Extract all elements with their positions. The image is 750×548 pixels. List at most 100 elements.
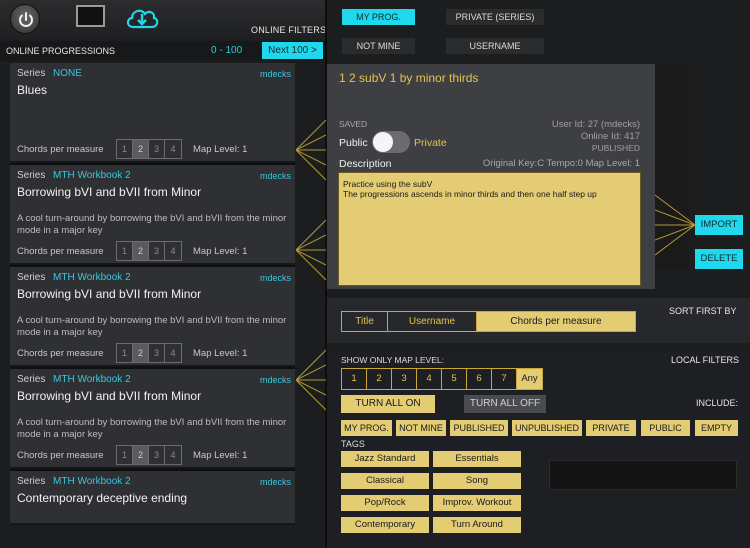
decorative-strip [549, 460, 737, 490]
description-textarea[interactable]: Practice using the subV The progressions… [338, 172, 641, 286]
tags-label: TAGS [341, 439, 365, 449]
tab-my-prog[interactable]: MY PROG. [342, 9, 415, 25]
published-label: PUBLISHED [591, 143, 640, 153]
series-value: MTH Workbook 2 [53, 374, 131, 385]
author-label: mdecks [259, 375, 291, 385]
progression-title: Borrowing bVI and bVII from Minor [17, 287, 202, 301]
cpm-label: Chords per measure [17, 450, 104, 461]
cpm-option[interactable]: 1 [117, 446, 133, 464]
cpm-option[interactable]: 1 [117, 242, 133, 260]
list-range: 0 - 100 [211, 45, 243, 56]
map-level-option[interactable]: 6 [467, 369, 492, 389]
cpm-option[interactable]: 4 [165, 140, 181, 158]
list-item[interactable]: Series MTH Workbook 2 mdecks Borrowing b… [10, 267, 295, 367]
list-item[interactable]: Series MTH Workbook 2 mdecks Borrowing b… [10, 369, 295, 469]
list-item[interactable]: Series NONE mdecks Blues Chords per meas… [10, 63, 295, 163]
list-item[interactable]: Series MTH Workbook 2 mdecks Contemporar… [10, 471, 295, 525]
cpm-option[interactable]: 1 [117, 140, 133, 158]
visibility-toggle[interactable] [372, 131, 410, 153]
next-page-button[interactable]: Next 100 > [262, 42, 323, 59]
include-my-prog-button[interactable]: MY PROG. [341, 420, 392, 436]
series-label: Series [17, 374, 46, 385]
online-filters-label: ONLINE FILTERS [251, 25, 327, 35]
include-published-button[interactable]: PUBLISHED [450, 420, 508, 436]
tag-pop-rock[interactable]: Pop/Rock [341, 495, 429, 511]
progression-description: A cool turn-around by borrowing the bVI … [17, 315, 287, 338]
tag-improv-workout[interactable]: Improv. Workout [433, 495, 521, 511]
import-button[interactable]: IMPORT [695, 215, 743, 235]
progression-title: Borrowing bVI and bVII from Minor [17, 185, 202, 199]
list-item[interactable]: Series MTH Workbook 2 mdecks Borrowing b… [10, 165, 295, 265]
tag-jazz-standard[interactable]: Jazz Standard [341, 451, 429, 467]
cpm-selector[interactable]: 1 2 3 4 [116, 241, 182, 261]
progression-list[interactable]: Series NONE mdecks Blues Chords per meas… [10, 63, 295, 525]
author-label: mdecks [259, 69, 291, 79]
public-label: Public [339, 137, 368, 149]
map-level-option[interactable]: 4 [417, 369, 442, 389]
series-label: Series [17, 68, 46, 79]
include-empty-button[interactable]: EMPTY [695, 420, 738, 436]
cloud-download-button[interactable] [124, 3, 160, 31]
description-line: Practice using the subV [343, 179, 433, 189]
cpm-option[interactable]: 3 [149, 446, 165, 464]
saved-label: SAVED [339, 119, 368, 129]
cpm-option[interactable]: 2 [133, 344, 149, 362]
cloud-download-icon [126, 9, 159, 29]
cpm-option[interactable]: 3 [149, 242, 165, 260]
tag-classical[interactable]: Classical [341, 473, 429, 489]
map-level-option[interactable]: 3 [392, 369, 417, 389]
cpm-label: Chords per measure [17, 144, 104, 155]
cpm-option[interactable]: 2 [133, 446, 149, 464]
map-level-option[interactable]: 1 [342, 369, 367, 389]
map-level-option[interactable]: 7 [492, 369, 517, 389]
include-not-mine-button[interactable]: NOT MINE [396, 420, 446, 436]
sort-option-cpm[interactable]: Chords per measure [477, 312, 635, 331]
cpm-option[interactable]: 2 [133, 242, 149, 260]
series-label: Series [17, 170, 46, 181]
turn-all-on-button[interactable]: TURN ALL ON [341, 395, 435, 413]
cpm-selector[interactable]: 1 2 3 4 [116, 445, 182, 465]
map-level-option[interactable]: Any [517, 369, 542, 389]
tag-essentials[interactable]: Essentials [433, 451, 521, 467]
cpm-option[interactable]: 2 [133, 140, 149, 158]
series-value: MTH Workbook 2 [53, 170, 131, 181]
sort-selector[interactable]: Title Username Chords per measure [341, 311, 636, 332]
tab-private-series[interactable]: PRIVATE (SERIES) [446, 9, 544, 25]
cpm-option[interactable]: 3 [149, 140, 165, 158]
map-level-selector[interactable]: 1 2 3 4 5 6 7 Any [341, 368, 543, 390]
cpm-option[interactable]: 4 [165, 242, 181, 260]
tag-contemporary[interactable]: Contemporary [341, 517, 429, 533]
tab-username[interactable]: USERNAME [446, 38, 544, 54]
toggle-knob [373, 132, 393, 152]
cpm-selector[interactable]: 1 2 3 4 [116, 343, 182, 363]
tag-turn-around[interactable]: Turn Around [433, 517, 521, 533]
delete-button[interactable]: DELETE [695, 249, 743, 269]
cpm-option[interactable]: 4 [165, 344, 181, 362]
user-id-label: User Id: 27 (mdecks) [551, 119, 640, 130]
description-line: The progressions ascends in minor thirds… [343, 189, 597, 199]
online-id-label: Online Id: 417 [580, 131, 640, 142]
progression-title: Borrowing bVI and bVII from Minor [17, 389, 202, 403]
cpm-option[interactable]: 3 [149, 344, 165, 362]
cpm-selector[interactable]: 1 2 3 4 [116, 139, 182, 159]
sort-option-title[interactable]: Title [342, 312, 388, 331]
screen-toggle-button[interactable] [76, 5, 105, 27]
include-unpublished-button[interactable]: UNPUBLISHED [512, 420, 582, 436]
map-level: Map Level: 1 [193, 246, 248, 257]
map-level-option[interactable]: 5 [442, 369, 467, 389]
include-public-button[interactable]: PUBLIC [641, 420, 690, 436]
list-header-title: ONLINE PROGRESSIONS [6, 46, 116, 56]
series-label: Series [17, 272, 46, 283]
cpm-option[interactable]: 1 [117, 344, 133, 362]
power-button[interactable] [10, 4, 40, 34]
tag-song[interactable]: Song [433, 473, 521, 489]
cpm-option[interactable]: 4 [165, 446, 181, 464]
turn-all-off-button[interactable]: TURN ALL OFF [464, 395, 546, 413]
map-level-option[interactable]: 2 [367, 369, 392, 389]
description-label: Description [339, 158, 392, 170]
tab-not-mine[interactable]: NOT MINE [342, 38, 415, 54]
include-private-button[interactable]: PRIVATE [586, 420, 636, 436]
sort-first-label: SORT FIRST BY [669, 306, 737, 316]
private-label: Private [414, 137, 447, 149]
sort-option-username[interactable]: Username [388, 312, 477, 331]
